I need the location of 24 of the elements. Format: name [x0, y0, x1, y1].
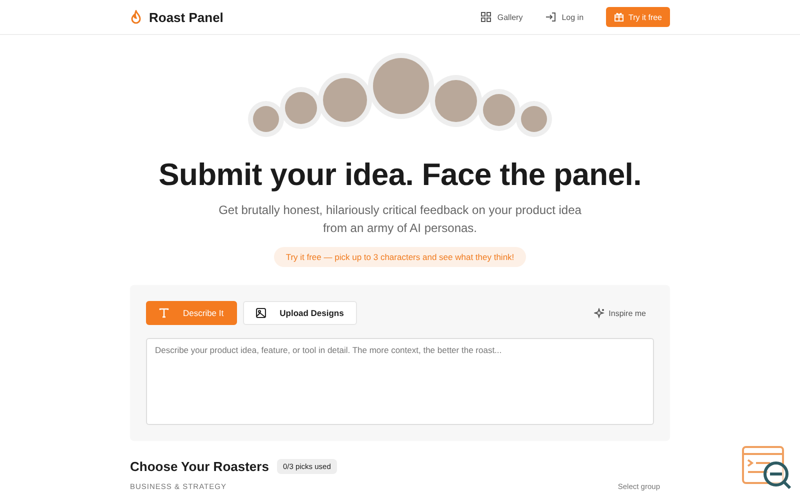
section-title: Choose Your Roasters: [130, 459, 269, 474]
document-search-icon[interactable]: [742, 446, 792, 490]
gift-icon: [614, 12, 624, 22]
avatar: [280, 87, 322, 129]
inspire-button[interactable]: Inspire me: [588, 306, 654, 320]
image-icon: [256, 308, 266, 318]
mode-tab[interactable]: Upload Designs: [242, 301, 357, 325]
text-icon: [159, 308, 169, 318]
login-icon: [544, 12, 556, 22]
hero-title: Submit your idea. Face the panel.: [158, 157, 642, 193]
avatar: [318, 73, 372, 127]
brand-name[interactable]: Roast Panel: [149, 10, 224, 24]
grid-icon: [481, 12, 492, 22]
flame-icon: [130, 10, 142, 24]
nav-link[interactable]: Gallery: [481, 12, 523, 22]
idea-input[interactable]: Describe your product idea, feature, or tool in detail. The more context, the better the roast...: [146, 338, 654, 425]
avatar: [478, 89, 520, 131]
avatar: [430, 75, 482, 127]
nav-link[interactable]: Log in: [544, 12, 584, 22]
hero-subtitle: Get brutally honest, hilariously critical feedback on your product idea from an army of AI personas.: [218, 202, 582, 237]
avatar: [248, 101, 284, 137]
sparkle-icon: [594, 308, 605, 318]
avatar: [516, 101, 552, 137]
promo-pill: Try it free — pick up to 3 characters and see what they think!: [274, 247, 526, 267]
